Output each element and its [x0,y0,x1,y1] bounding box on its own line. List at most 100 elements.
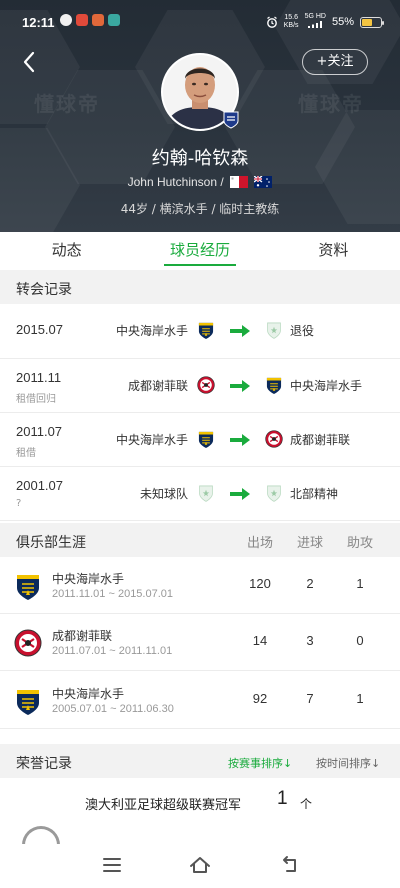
career-assists: 1 [356,576,364,591]
transfers-title: 转会记录 [16,282,72,298]
watermark: 懂球帝 [298,92,364,116]
sheffield-crest-icon [265,430,283,448]
career-goals: 2 [306,576,314,591]
transfer-arrow-icon [230,325,250,337]
transfer-arrow-icon [230,434,250,446]
transfer-from-club: 中央海岸水手 [115,433,188,447]
col-appearances: 出场 [246,536,273,551]
sheffield-crest-icon [14,629,42,657]
honour-unit: 个 [300,797,313,811]
alarm-icon [266,16,277,28]
career-header: 俱乐部生涯 出场 进球 助攻 [0,523,400,557]
transfer-row[interactable]: 2001.07? 未知球队 北部精神 [0,467,400,521]
transfer-to-club: 退役 [290,324,315,338]
mariners-crest-icon [17,575,39,600]
transfer-note: 租借 [16,448,36,459]
network-type: 5G HD [305,13,326,31]
mariners-crest-icon [17,690,39,715]
generic-shield-icon [267,485,281,502]
australia-flag-icon [254,176,273,188]
career-appearances: 14 [252,633,268,648]
sheffield-crest-icon [197,376,215,394]
player-header: 懂球帝 懂球帝 12:11 15.6 KB/s 5G HD 55% +关注 约翰… [0,0,400,232]
battery-icon [360,16,384,28]
mariners-crest-icon [198,431,214,448]
transfer-arrow-icon [230,380,250,392]
career-assists: 1 [356,691,364,706]
transfer-date: 2011.11 [16,370,62,385]
career-goals: 7 [306,691,314,706]
career-period: 2005.07.01 ~ 2011.06.30 [52,703,174,715]
career-appearances: 120 [249,576,271,591]
follow-button[interactable]: +关注 [302,49,368,75]
tab-profile[interactable]: 资料 [267,232,400,270]
sort-by-time[interactable]: 按时间排序↓ [316,755,380,771]
transfer-row[interactable]: 2011.11 租借回归 成都谢菲联 中央海岸水手 [0,359,400,413]
transfer-date: 2001.07 [16,478,63,493]
career-goals: 3 [306,633,314,648]
app-notification-icon [108,14,120,26]
tab-bar: 动态 球员经历 资料 [0,232,400,270]
career-club-name: 中央海岸水手 [52,687,125,701]
watermark: 懂球帝 [34,92,100,116]
transfer-from-club: 中央海岸水手 [115,324,188,338]
tab-career[interactable]: 球员经历 [133,232,266,270]
honour-count: 1 [277,788,288,809]
transfer-note: ? [16,498,22,509]
career-row[interactable]: 中央海岸水手 2005.07.01 ~ 2011.06.30 92 7 1 [0,672,400,729]
career-title: 俱乐部生涯 [16,535,86,551]
generic-shield-icon [267,322,281,339]
career-row[interactable]: 成都谢菲联 2011.07.01 ~ 2011.11.01 14 3 0 [0,614,400,671]
tab-news[interactable]: 动态 [0,232,133,270]
career-period: 2011.11.01 ~ 2015.07.01 [52,588,174,600]
home-icon[interactable] [188,854,212,876]
app-notification-icon [92,14,104,26]
menu-icon[interactable] [100,854,124,876]
status-bar: 12:11 15.6 KB/s 5G HD 55% [0,0,400,36]
system-nav-bar [0,844,400,888]
sort-by-competition[interactable]: 按赛事排序↓ [228,755,292,771]
transfer-date: 2011.07 [16,424,63,439]
transfer-row[interactable]: 2015.07 中央海岸水手 退役 [0,304,400,359]
transfer-arrow-icon [230,488,250,500]
notification-icons [60,14,120,26]
career-club-name: 中央海岸水手 [52,572,125,586]
career-appearances: 92 [252,691,268,706]
transfer-date: 2015.07 [16,322,63,337]
back-arrow-icon[interactable] [20,50,40,74]
transfer-row[interactable]: 2011.07 租借 中央海岸水手 成都谢菲联 [0,413,400,467]
status-time: 12:11 [22,15,55,30]
transfer-from-club: 未知球队 [139,487,188,501]
back-nav-icon[interactable] [278,854,302,876]
col-assists: 助攻 [346,536,373,551]
honours-header: 荣誉记录 按赛事排序↓ 按时间排序↓ [0,744,400,778]
career-assists: 0 [356,633,364,648]
generic-shield-icon [199,485,213,502]
mariners-crest-icon [266,377,282,394]
signal-icon [308,21,323,28]
honour-name: 澳大利亚足球超级联赛冠军 [85,798,242,813]
player-english-name: John Hutchinson / [0,175,400,189]
network-speed: 15.6 KB/s [283,14,299,29]
mariners-crest-icon [198,322,214,339]
player-meta: 44岁 / 横滨水手 / 临时主教练 [120,202,280,216]
transfer-from-club: 成都谢菲联 [127,379,188,393]
career-row[interactable]: 中央海岸水手 2011.11.01 ~ 2015.07.01 120 2 1 [0,557,400,614]
battery-level [362,18,372,26]
transfer-to-club: 中央海岸水手 [290,379,363,393]
app-notification-icon [76,14,88,26]
transfer-to-club: 成都谢菲联 [290,433,351,447]
player-name: 约翰-哈钦森 [151,148,249,169]
col-goals: 进球 [296,536,323,551]
club-badge-icon [223,111,239,129]
career-period: 2011.07.01 ~ 2011.11.01 [52,645,173,657]
honours-title: 荣誉记录 [16,756,72,772]
battery-percent: 55% [331,16,354,28]
transfers-header: 转会记录 [0,270,400,304]
honour-item: 澳大利亚足球超级联赛冠军 1 个 [0,778,400,826]
malta-flag-icon [230,176,249,188]
career-club-name: 成都谢菲联 [52,629,113,643]
transfer-to-club: 北部精神 [290,487,339,501]
status-indicators: 15.6 KB/s 5G HD 55% [266,13,384,31]
transfer-note: 租借回归 [16,394,56,405]
